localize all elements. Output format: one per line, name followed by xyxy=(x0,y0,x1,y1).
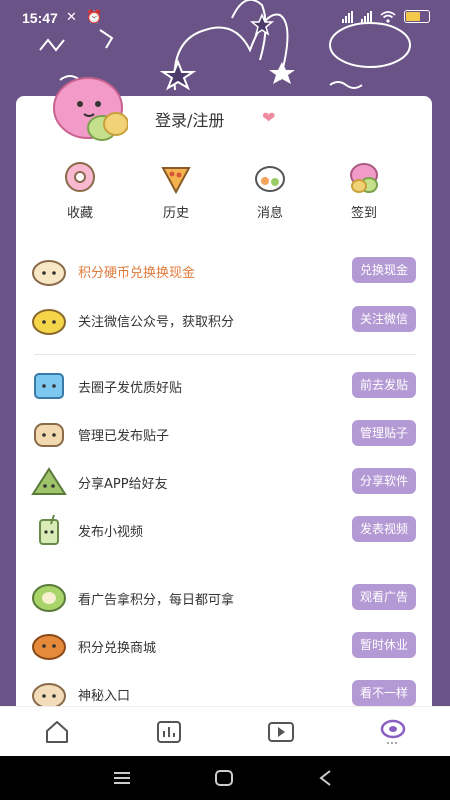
mochi-icon xyxy=(350,163,378,193)
mystery-entry-button[interactable]: 看不一样 xyxy=(351,680,416,706)
points-shop-button[interactable]: 暂时休业 xyxy=(351,632,416,658)
ice-cube-icon xyxy=(34,373,64,399)
drink-icon xyxy=(39,514,59,545)
omelette-icon xyxy=(32,309,66,335)
video-icon[interactable] xyxy=(266,717,296,747)
roll-cake-icon xyxy=(32,584,66,612)
follow-wechat-button[interactable]: 关注微信 xyxy=(351,306,416,332)
list-item-text: 发布小视频 xyxy=(78,525,144,540)
list-item[interactable]: 关注微信公众号，获取积分 关注微信 xyxy=(30,304,420,340)
list-item-text: 管理已发布贴子 xyxy=(78,429,170,444)
list-item-text: 关注微信公众号，获取积分 xyxy=(78,315,235,330)
list-item-text: 积分硬币兑换换现金 xyxy=(78,266,196,281)
quick-action-label: 签到 xyxy=(350,206,377,221)
post-video-button[interactable]: 发表视频 xyxy=(351,516,416,542)
list-item-text: 积分兑换商城 xyxy=(78,641,157,656)
quick-action-label: 消息 xyxy=(256,206,283,221)
watch-ad-button[interactable]: 观看广告 xyxy=(351,584,416,610)
menu-icon[interactable] xyxy=(112,770,132,786)
list-item-text: 神秘入口 xyxy=(78,689,131,704)
list-item-text: 看广告拿积分，每日都可拿 xyxy=(78,593,235,608)
sushi-icon xyxy=(255,166,285,192)
profile-icon[interactable] xyxy=(378,717,408,747)
list-item[interactable]: 去圈子发优质好贴 前去发贴 xyxy=(30,370,420,406)
divider xyxy=(34,354,416,355)
quick-action-label: 历史 xyxy=(162,206,189,221)
list-item-text: 去圈子发优质好贴 xyxy=(78,381,183,396)
bun-icon xyxy=(32,260,66,286)
quick-action-checkin[interactable]: 签到 xyxy=(324,160,404,221)
go-post-button[interactable]: 前去发贴 xyxy=(351,372,416,398)
share-app-button[interactable]: 分享软件 xyxy=(351,468,416,494)
toast-icon xyxy=(34,423,64,447)
back-icon[interactable] xyxy=(316,769,336,787)
quick-actions: 收藏 历史 消息 签到 xyxy=(16,160,432,230)
exchange-cash-button[interactable]: 兑换现金 xyxy=(351,257,416,283)
pizza-icon xyxy=(161,167,191,195)
quick-action-favorites[interactable]: 收藏 xyxy=(40,160,120,221)
pancake-icon xyxy=(32,634,66,660)
home-button-icon[interactable] xyxy=(214,769,234,787)
list-item[interactable]: 管理已发布贴子 管理贴子 xyxy=(30,418,420,454)
bottom-tab-bar xyxy=(0,706,450,757)
quick-action-history[interactable]: 历史 xyxy=(136,160,216,221)
manage-posts-button[interactable]: 管理贴子 xyxy=(351,420,416,446)
donut-icon xyxy=(65,162,95,192)
list-item[interactable]: 积分兑换商城 暂时休业 xyxy=(30,630,420,666)
system-navigation-bar xyxy=(0,756,450,800)
list-item[interactable]: 积分硬币兑换换现金 兑换现金 xyxy=(30,255,420,291)
list-item[interactable]: 发布小视频 发表视频 xyxy=(30,514,420,550)
rice-dumpling-icon xyxy=(31,467,67,495)
heart-icon: ❤ xyxy=(262,108,276,127)
login-register-link[interactable]: 登录/注册 xyxy=(155,107,224,131)
list-item[interactable]: 看广告拿积分，每日都可拿 观看广告 xyxy=(30,582,420,618)
home-icon[interactable] xyxy=(42,717,72,747)
chart-icon[interactable] xyxy=(154,717,184,747)
list-item-text: 分享APP给好友 xyxy=(78,477,168,492)
quick-action-label: 收藏 xyxy=(66,206,93,221)
quick-action-messages[interactable]: 消息 xyxy=(230,160,310,221)
list-item[interactable]: 分享APP给好友 分享软件 xyxy=(30,466,420,502)
avatar[interactable] xyxy=(50,74,128,146)
